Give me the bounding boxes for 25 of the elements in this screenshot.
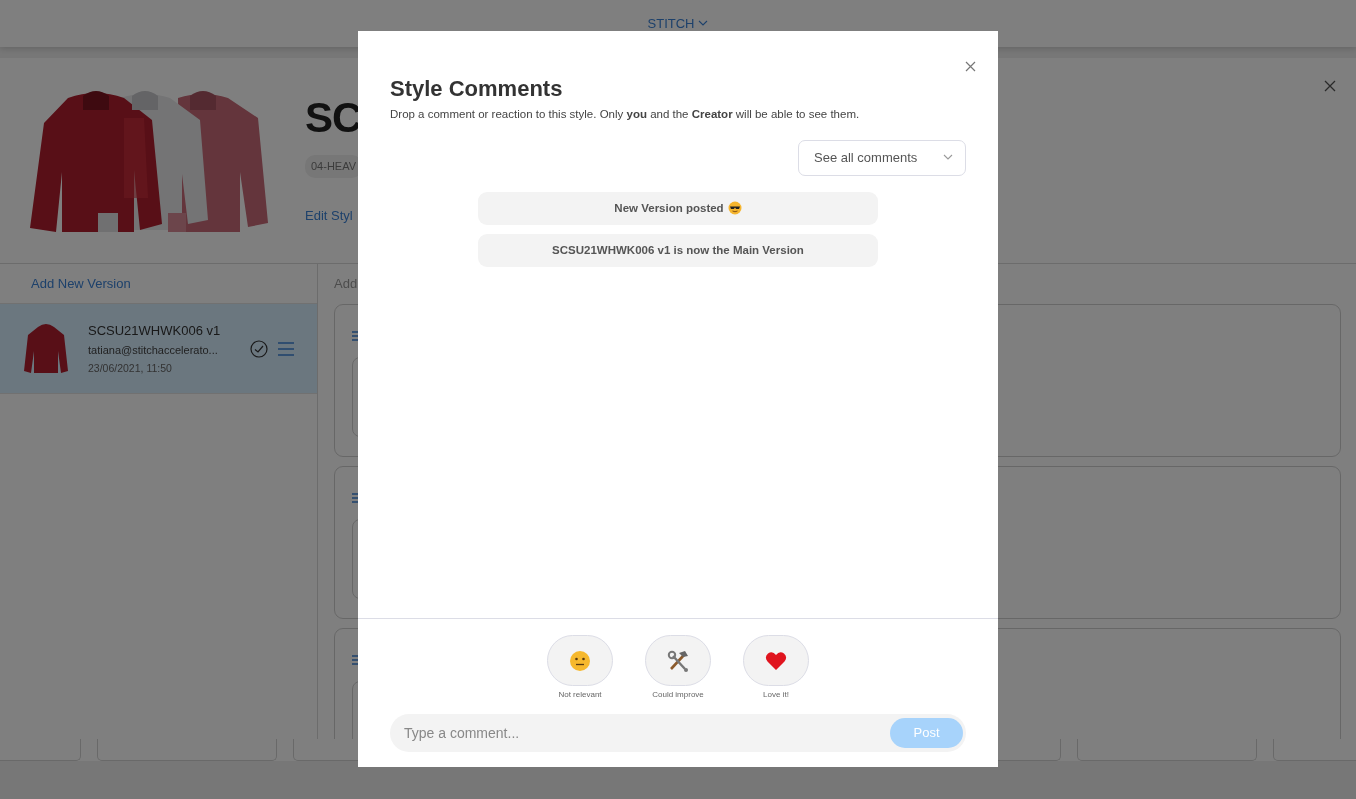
heart-icon [765,649,787,672]
edit-style-link[interactable]: Edit Styl [305,205,353,225]
sunglasses-face-icon [727,201,742,216]
check-circle-icon[interactable] [250,339,268,358]
version-author: tatiana@stitchaccelerato... [88,343,219,359]
chevron-icon [698,20,709,27]
reaction-label: Could improve [652,689,704,701]
chevron-icon [943,154,953,162]
reaction-button[interactable] [645,635,711,686]
version-name: SCSU21WHWK006 v1 [88,321,222,340]
message-text: New Version posted [614,200,724,216]
hammer-wrench-icon [667,649,689,672]
dialog-title: Style Comments [390,76,564,103]
message-text: SCSU21WHWK006 v1 is now the Main Version [552,242,804,258]
reaction-label: Love it! [763,689,789,701]
reaction-label: Not relevant [558,689,602,701]
comment-filter-dropdown[interactable]: See all comments [798,139,966,176]
style-title: SC [305,93,362,143]
close-icon[interactable] [1324,80,1336,92]
version-row[interactable]: SCSU21WHWK006 v1 tatiana@stitchaccelerato... 23/06/2021, 11:50 [0,304,317,394]
version-date: 23/06/2021, 11:50 [88,360,173,376]
reaction-button[interactable] [743,635,809,686]
close-icon[interactable] [965,61,976,72]
dialog-subtitle: Drop a comment or reaction to this style. Only you and the Creator will be able to see them. [390,107,861,123]
neutral-face-icon [569,649,591,672]
